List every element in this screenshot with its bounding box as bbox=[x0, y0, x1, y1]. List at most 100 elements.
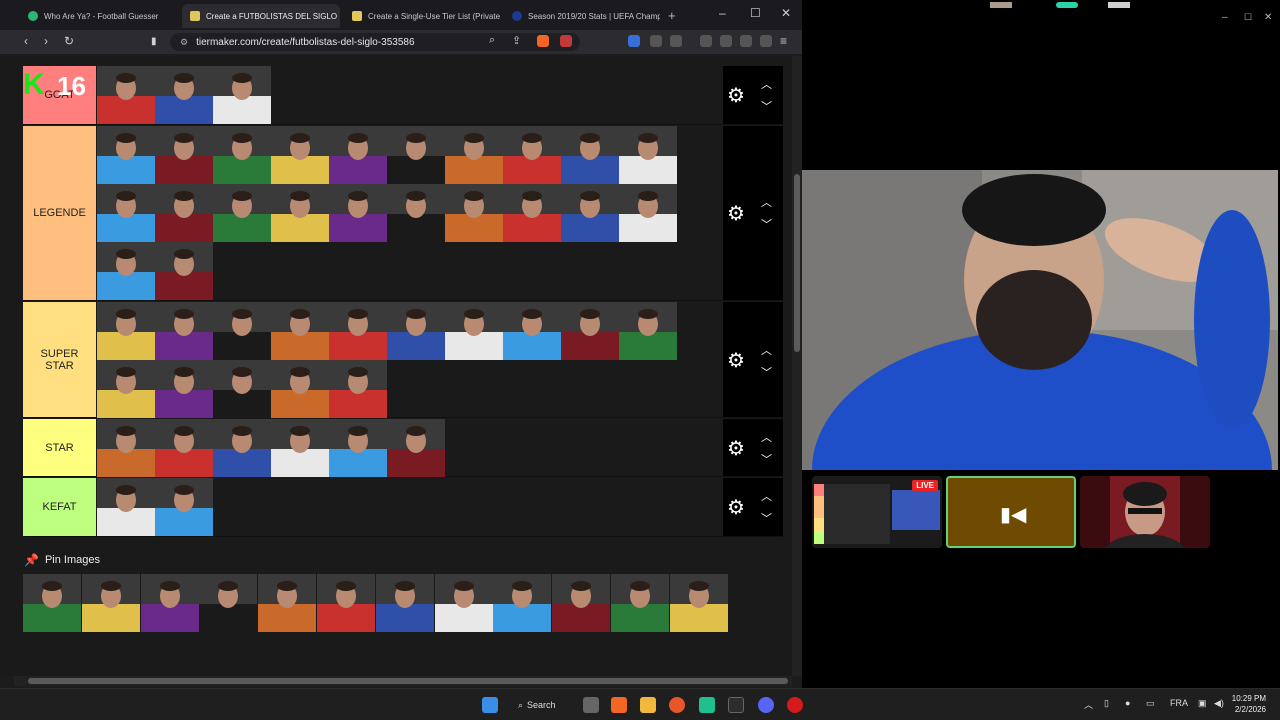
extension-icon[interactable] bbox=[628, 35, 640, 47]
player-image[interactable] bbox=[140, 574, 199, 632]
maximize-icon[interactable]: ☐ bbox=[1244, 12, 1252, 23]
close-window-button[interactable]: ✕ bbox=[781, 6, 791, 20]
tier-label[interactable]: SUPER STAR bbox=[23, 302, 96, 417]
player-image[interactable] bbox=[503, 302, 561, 360]
menu-icon[interactable]: ≡ bbox=[780, 34, 787, 48]
zoom-icon[interactable]: ⌕ bbox=[489, 34, 495, 47]
brave-shields-icon[interactable] bbox=[537, 35, 549, 47]
tab-single-use-tier-list[interactable]: Create a Single-Use Tier List (Private bbox=[344, 4, 500, 28]
close-icon[interactable]: ✕ bbox=[1264, 12, 1272, 23]
player-image[interactable] bbox=[611, 574, 669, 632]
horizontal-scrollbar[interactable] bbox=[14, 676, 792, 686]
file-explorer-icon[interactable] bbox=[640, 697, 656, 713]
player-image[interactable] bbox=[619, 302, 677, 360]
player-image[interactable] bbox=[97, 360, 155, 418]
player-image[interactable] bbox=[329, 184, 387, 242]
app-icon[interactable] bbox=[699, 697, 715, 713]
gear-icon[interactable]: ⚙ bbox=[727, 83, 745, 108]
player-image[interactable] bbox=[619, 184, 677, 242]
firefox-icon[interactable] bbox=[669, 697, 685, 713]
player-image[interactable] bbox=[213, 126, 271, 184]
player-image[interactable] bbox=[213, 419, 271, 477]
player-image[interactable] bbox=[213, 184, 271, 242]
chevron-up-icon[interactable]: ︿ bbox=[761, 429, 772, 445]
player-image[interactable] bbox=[561, 302, 619, 360]
player-image[interactable] bbox=[329, 302, 387, 360]
player-image[interactable] bbox=[387, 419, 445, 477]
player-image[interactable] bbox=[317, 574, 375, 632]
player-image[interactable] bbox=[155, 242, 213, 300]
player-image[interactable] bbox=[669, 574, 728, 632]
tier-label[interactable]: KEFAT bbox=[23, 478, 96, 536]
player-image[interactable] bbox=[199, 574, 258, 632]
tier-items[interactable] bbox=[97, 419, 723, 477]
back-icon[interactable]: ‹ bbox=[24, 34, 28, 48]
app-icon[interactable] bbox=[728, 697, 744, 713]
player-image[interactable] bbox=[329, 419, 387, 477]
tier-items[interactable] bbox=[97, 66, 723, 124]
chevron-up-icon[interactable]: ︿ bbox=[761, 194, 772, 210]
bookmark-icon[interactable]: ▮ bbox=[151, 36, 157, 47]
player-image[interactable] bbox=[387, 184, 445, 242]
player-image[interactable] bbox=[97, 478, 155, 536]
player-image[interactable] bbox=[619, 126, 677, 184]
player-image[interactable] bbox=[434, 574, 493, 632]
screenshot-icon[interactable] bbox=[670, 35, 682, 47]
brave-icon[interactable] bbox=[611, 697, 627, 713]
player-image[interactable] bbox=[271, 126, 329, 184]
player-image[interactable] bbox=[493, 574, 552, 632]
player-image[interactable] bbox=[271, 302, 329, 360]
start-icon[interactable] bbox=[482, 697, 498, 713]
tab-tiermaker-create[interactable]: Create a FUTBOLISTAS DEL SIGLO ✕ bbox=[182, 4, 340, 28]
player-image[interactable] bbox=[97, 126, 155, 184]
player-image[interactable] bbox=[23, 574, 81, 632]
player-image[interactable] bbox=[155, 478, 213, 536]
wallet-icon[interactable] bbox=[720, 35, 732, 47]
player-image[interactable] bbox=[97, 419, 155, 477]
minimize-icon[interactable]: – bbox=[1222, 12, 1228, 23]
gear-icon[interactable]: ⚙ bbox=[727, 436, 745, 461]
player-image[interactable] bbox=[97, 242, 155, 300]
tier-items[interactable] bbox=[97, 478, 723, 536]
chevron-up-icon[interactable]: ︿ bbox=[761, 342, 772, 358]
vpn-icon[interactable] bbox=[760, 35, 772, 47]
player-image[interactable] bbox=[213, 302, 271, 360]
chevron-down-icon[interactable]: ﹀ bbox=[761, 98, 772, 114]
keyboard-icon[interactable]: ▭ bbox=[1146, 698, 1155, 709]
tab-who-are-ya[interactable]: Who Are Ya? - Football Guesser bbox=[20, 4, 178, 28]
player-image[interactable] bbox=[155, 66, 213, 124]
sidebar-icon[interactable] bbox=[700, 35, 712, 47]
player-image[interactable] bbox=[155, 184, 213, 242]
player-image[interactable] bbox=[271, 419, 329, 477]
discord-icon[interactable] bbox=[758, 697, 774, 713]
new-tab-button[interactable]: + bbox=[668, 8, 676, 23]
player-image[interactable] bbox=[387, 302, 445, 360]
player-image[interactable] bbox=[97, 184, 155, 242]
player-image[interactable] bbox=[271, 360, 329, 418]
leo-icon[interactable] bbox=[740, 35, 752, 47]
network-icon[interactable]: ▣ bbox=[1198, 698, 1207, 709]
player-image[interactable] bbox=[213, 66, 271, 124]
show-hidden-icons-icon[interactable]: ︿ bbox=[1084, 698, 1093, 711]
chevron-up-icon[interactable]: ︿ bbox=[761, 76, 772, 92]
player-image[interactable] bbox=[97, 302, 155, 360]
reload-icon[interactable]: ↻ bbox=[64, 34, 74, 48]
player-image[interactable] bbox=[552, 574, 611, 632]
chevron-down-icon[interactable]: ﹀ bbox=[761, 216, 772, 232]
player-image[interactable] bbox=[155, 126, 213, 184]
player-image[interactable] bbox=[213, 360, 271, 418]
gear-icon[interactable]: ⚙ bbox=[727, 201, 745, 226]
player-image[interactable] bbox=[445, 302, 503, 360]
minimize-button[interactable]: – bbox=[719, 6, 726, 20]
usb-icon[interactable]: ▯ bbox=[1104, 698, 1109, 709]
recording-app-icon[interactable] bbox=[787, 697, 803, 713]
puzzle-icon[interactable] bbox=[650, 35, 662, 47]
player-image[interactable] bbox=[329, 360, 387, 418]
clock[interactable]: 10:29 PM 2/2/2026 bbox=[1232, 693, 1266, 715]
pin-images-pool[interactable] bbox=[22, 574, 732, 632]
chevron-down-icon[interactable]: ﹀ bbox=[761, 510, 772, 526]
participant-webcam-tile[interactable] bbox=[1080, 476, 1210, 548]
brave-rewards-icon[interactable] bbox=[560, 35, 572, 47]
player-image[interactable] bbox=[445, 184, 503, 242]
site-info-icon[interactable]: ⚙ bbox=[180, 37, 188, 48]
